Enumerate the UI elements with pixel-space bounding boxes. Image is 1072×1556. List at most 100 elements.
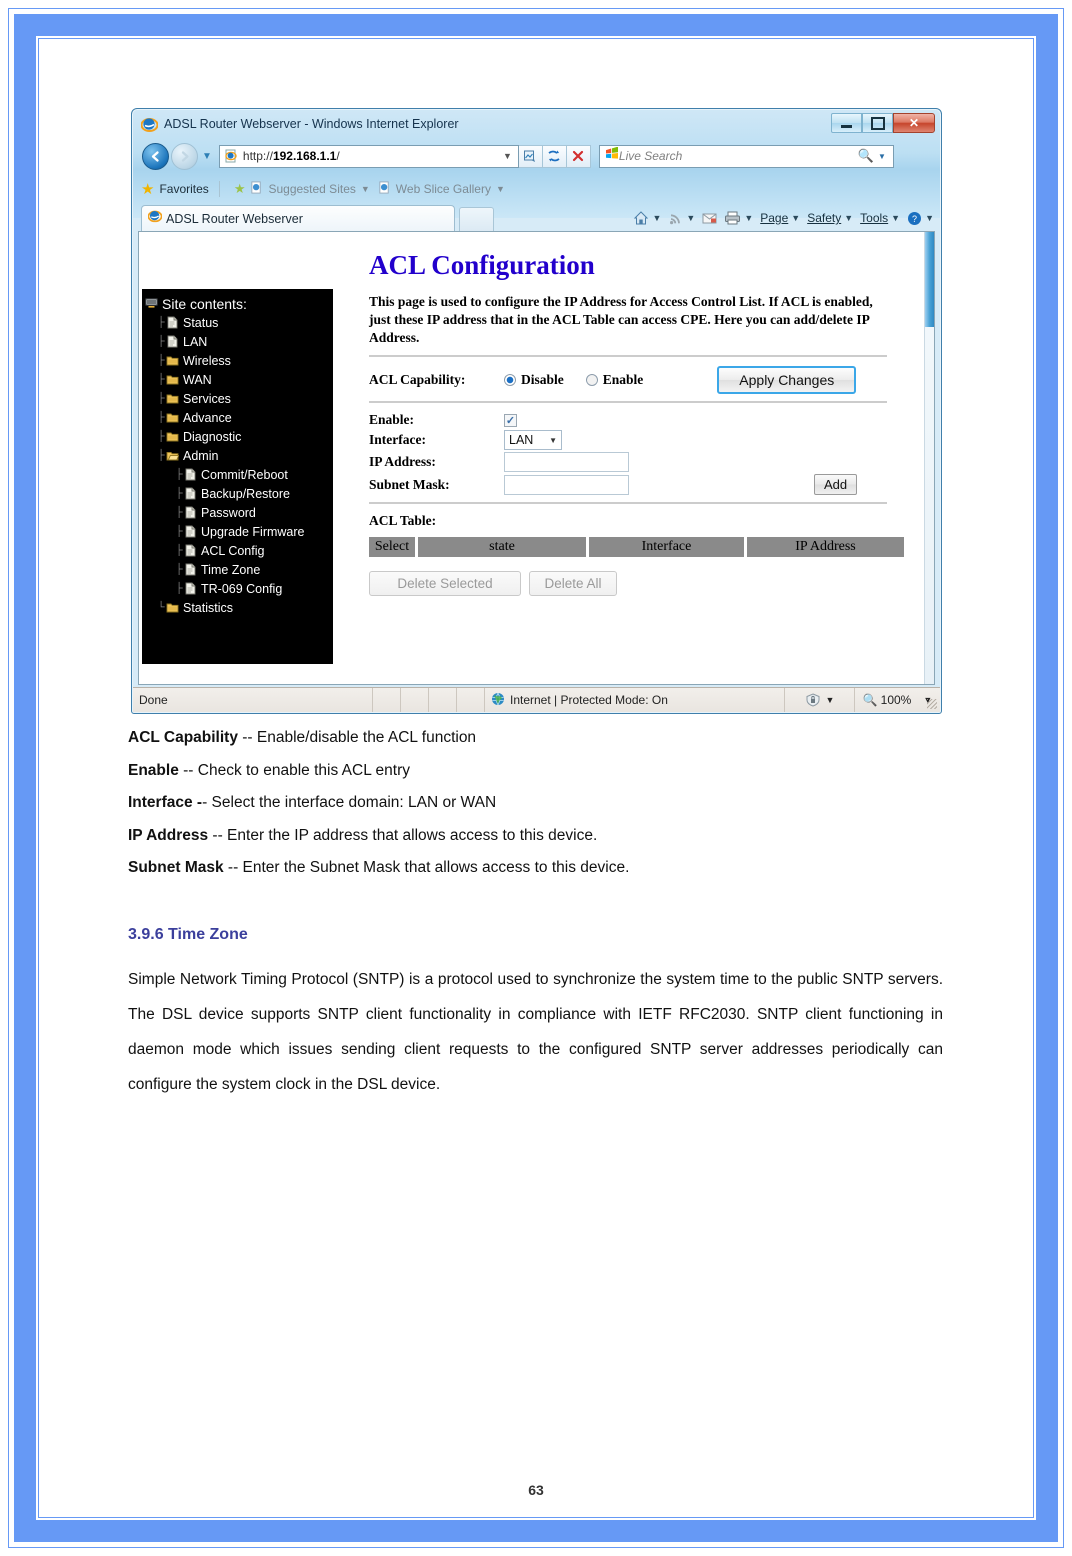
sidebar-item-label: Upgrade Firmware <box>201 524 305 539</box>
acl-table-header-row: Select state Interface IP Address <box>369 537 910 558</box>
apply-changes-button[interactable]: Apply Changes <box>717 366 857 395</box>
radio-disable[interactable]: Disable <box>504 372 564 388</box>
sidebar-item-tr-069-config[interactable]: ├ TR-069 Config <box>174 579 333 598</box>
ip-address-input[interactable] <box>504 452 629 473</box>
suggested-sites-button[interactable]: ★ Suggested Sites ▼ <box>234 181 370 197</box>
interface-select[interactable]: LAN ▼ <box>504 430 562 451</box>
sidebar-item-acl-config[interactable]: ├ ACL Config <box>174 541 333 560</box>
web-slice-chevron-icon[interactable]: ▼ <box>496 184 505 194</box>
folder-icon <box>166 373 179 386</box>
page-title: ACL Configuration <box>369 250 595 280</box>
help-chevron-icon[interactable]: ▼ <box>925 213 934 223</box>
sidebar-item-backup-restore[interactable]: ├ Backup/Restore <box>174 484 333 503</box>
sidebar-item-password[interactable]: ├ Password <box>174 503 333 522</box>
tree-connector-icon: ├ <box>175 488 183 499</box>
forward-button[interactable] <box>171 142 198 170</box>
suggested-sites-chevron-icon[interactable]: ▼ <box>361 184 370 194</box>
compatibility-view-icon[interactable] <box>518 144 543 168</box>
safety-menu-button[interactable]: Safety ▼ <box>807 211 853 225</box>
privacy-chevron-icon[interactable]: ▼ <box>826 695 835 705</box>
scrollbar-thumb[interactable] <box>925 232 934 327</box>
sidebar-item-statistics[interactable]: └ Statistics <box>156 598 333 617</box>
minimize-button[interactable] <box>831 113 862 133</box>
search-provider-chevron-icon[interactable]: ▼ <box>878 152 886 161</box>
delete-selected-button[interactable]: Delete Selected <box>369 571 521 597</box>
address-input[interactable]: http://192.168.1.1/ ▼ <box>218 144 519 168</box>
page-menu-button[interactable]: Page ▼ <box>760 211 800 225</box>
windows-logo-icon <box>605 146 619 166</box>
sidebar-item-services[interactable]: ├ Services <box>156 389 333 408</box>
recent-pages-chevron-icon[interactable]: ▼ <box>202 151 212 162</box>
tree-items: ├ Status ├ LAN ├ Wireless ├ WAN ├ Services ├ Advanc… <box>142 313 333 617</box>
toolbar-divider <box>218 181 220 197</box>
search-icon[interactable]: 🔍 <box>858 148 874 164</box>
security-zone[interactable]: Internet | Protected Mode: On <box>485 688 785 712</box>
web-slice-gallery-button[interactable]: Web Slice Gallery ▼ <box>378 181 505 197</box>
print-button[interactable]: ▼ <box>724 211 753 225</box>
close-button[interactable]: ✕ <box>893 113 935 133</box>
acl-table-header-select: Select <box>369 537 415 558</box>
tools-menu-button[interactable]: Tools ▼ <box>860 211 900 225</box>
tree-root[interactable]: Site contents: <box>145 294 333 313</box>
definition-list: ACL Capability -- Enable/disable the ACL… <box>128 730 943 876</box>
sidebar-item-label: Time Zone <box>201 562 261 577</box>
router-web-page: Site contents: ├ Status ├ LAN ├ Wireless ├ WAN ├… <box>139 232 924 684</box>
window-title: ADSL Router Webserver - Windows Internet… <box>164 117 459 131</box>
section-paragraph: Simple Network Timing Protocol (SNTP) is… <box>128 970 943 1094</box>
sidebar-item-wan[interactable]: ├ WAN <box>156 370 333 389</box>
sidebar-item-label: Statistics <box>183 600 234 615</box>
sidebar-item-time-zone[interactable]: ├ Time Zone <box>174 560 333 579</box>
address-dropdown-chevron-icon[interactable]: ▼ <box>503 151 512 161</box>
search-input[interactable]: Live Search 🔍 ▼ <box>598 144 894 168</box>
sidebar-item-upgrade-firmware[interactable]: ├ Upgrade Firmware <box>174 522 333 541</box>
tree-connector-icon: ├ <box>157 412 165 423</box>
sidebar-item-label: Backup/Restore <box>201 486 290 501</box>
sidebar-item-advance[interactable]: ├ Advance <box>156 408 333 427</box>
print-chevron-icon[interactable]: ▼ <box>744 213 753 223</box>
resize-grip[interactable] <box>927 699 937 709</box>
sidebar-item-label: Commit/Reboot <box>201 467 288 482</box>
acl-configuration-panel: ACL Configuration This page is used to c… <box>339 232 924 684</box>
tools-menu-chevron-icon[interactable]: ▼ <box>891 213 900 223</box>
sidebar-item-status[interactable]: ├ Status <box>156 313 333 332</box>
sidebar-item-admin[interactable]: ├ Admin <box>156 446 333 465</box>
home-chevron-icon[interactable]: ▼ <box>652 213 661 223</box>
radio-enable[interactable]: Enable <box>585 372 643 388</box>
tab-adsl-router-webserver[interactable]: ADSL Router Webserver <box>141 205 455 231</box>
refresh-icon[interactable] <box>542 144 567 168</box>
tree-connector-icon: ├ <box>175 564 183 575</box>
delete-all-button[interactable]: Delete All <box>529 571 617 597</box>
sidebar-item-diagnostic[interactable]: ├ Diagnostic <box>156 427 333 446</box>
help-button[interactable]: ? ▼ <box>907 211 934 226</box>
safety-menu-chevron-icon[interactable]: ▼ <box>844 213 853 223</box>
maximize-button[interactable] <box>862 113 893 133</box>
status-text: Done <box>133 688 373 712</box>
vertical-scrollbar[interactable] <box>924 232 934 684</box>
mail-button[interactable] <box>702 212 717 225</box>
feeds-button[interactable]: ▼ <box>668 211 695 226</box>
home-button[interactable]: ▼ <box>633 210 661 226</box>
favorites-button[interactable]: ★ Favorites <box>141 180 209 198</box>
back-button[interactable] <box>142 142 169 170</box>
page-menu-chevron-icon[interactable]: ▼ <box>791 213 800 223</box>
sidebar-item-lan[interactable]: ├ LAN <box>156 332 333 351</box>
privacy-report-button[interactable]: ▼ <box>785 688 855 712</box>
definition-term: Interface - <box>128 794 203 811</box>
title-bar: ADSL Router Webserver - Windows Internet… <box>132 109 941 139</box>
feeds-chevron-icon[interactable]: ▼ <box>686 213 695 223</box>
subnet-mask-input[interactable] <box>504 474 629 495</box>
subnet-mask-row: Subnet Mask: Add <box>369 474 910 496</box>
tab-favicon-icon <box>147 209 163 228</box>
stop-icon[interactable] <box>566 144 591 168</box>
page-icon <box>184 563 197 576</box>
definition-item: ACL Capability -- Enable/disable the ACL… <box>128 730 943 746</box>
enable-checkbox[interactable]: ✓ <box>504 413 517 427</box>
add-button[interactable]: Add <box>814 474 858 496</box>
sidebar-item-wireless[interactable]: ├ Wireless <box>156 351 333 370</box>
definition-description: - Select the interface domain: LAN or WA… <box>202 794 497 811</box>
ip-address-row: IP Address: <box>369 452 910 473</box>
new-tab-button[interactable] <box>459 207 494 231</box>
sidebar-item-commit-reboot[interactable]: ├ Commit/Reboot <box>174 465 333 484</box>
svg-text:?: ? <box>912 214 917 224</box>
star-icon: ★ <box>141 181 155 198</box>
